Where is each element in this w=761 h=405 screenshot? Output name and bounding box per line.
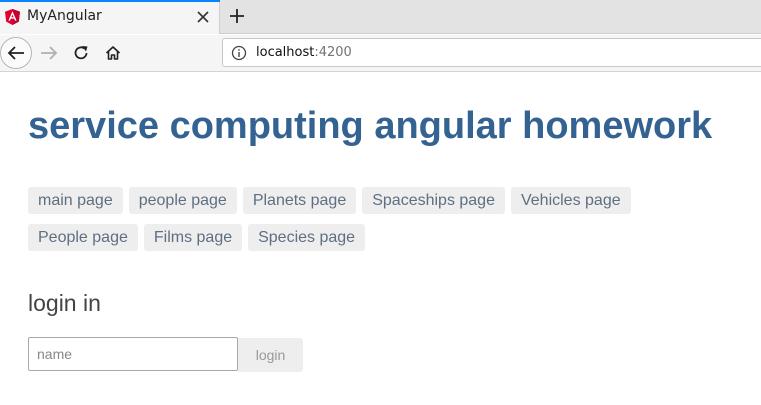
page-title: service computing angular homework <box>28 105 713 147</box>
nav-link-films-page[interactable]: Films page <box>143 224 243 251</box>
url-bar[interactable]: localhost:4200 <box>222 38 761 67</box>
reload-icon[interactable] <box>71 43 91 63</box>
nav-link-people-page-2[interactable]: People page <box>28 224 138 251</box>
angular-icon <box>5 9 20 25</box>
plus-icon[interactable] <box>227 6 247 26</box>
nav-link-planets-page[interactable]: Planets page <box>242 187 357 214</box>
info-icon[interactable] <box>231 45 247 61</box>
back-arrow-icon[interactable] <box>0 37 32 69</box>
nav-link-spaceships-page[interactable]: Spaceships page <box>362 187 505 214</box>
nav-link-main-page[interactable]: main page <box>28 187 123 214</box>
navigation-toolbar: localhost:4200 <box>0 35 761 72</box>
login-button[interactable]: login <box>238 338 303 372</box>
url-port: :4200 <box>314 45 352 60</box>
forward-arrow-icon[interactable] <box>39 43 59 63</box>
close-icon[interactable] <box>194 8 212 26</box>
nav-link-vehicles-page[interactable]: Vehicles page <box>510 187 631 214</box>
page-nav: main page people page Planets page Spaceshi… <box>28 187 728 261</box>
url-host: localhost <box>256 45 315 60</box>
browser-tab[interactable]: MyAngular <box>0 0 220 34</box>
home-icon[interactable] <box>103 43 123 63</box>
nav-link-species-page[interactable]: Species page <box>248 224 366 251</box>
tab-active-indicator <box>0 0 220 2</box>
tab-bar: MyAngular <box>0 0 761 34</box>
nav-link-people-page[interactable]: people page <box>128 187 237 214</box>
url-text: localhost:4200 <box>256 45 352 60</box>
tab-title: MyAngular <box>27 8 102 24</box>
login-heading: login in <box>28 290 101 316</box>
name-input[interactable] <box>28 337 238 371</box>
